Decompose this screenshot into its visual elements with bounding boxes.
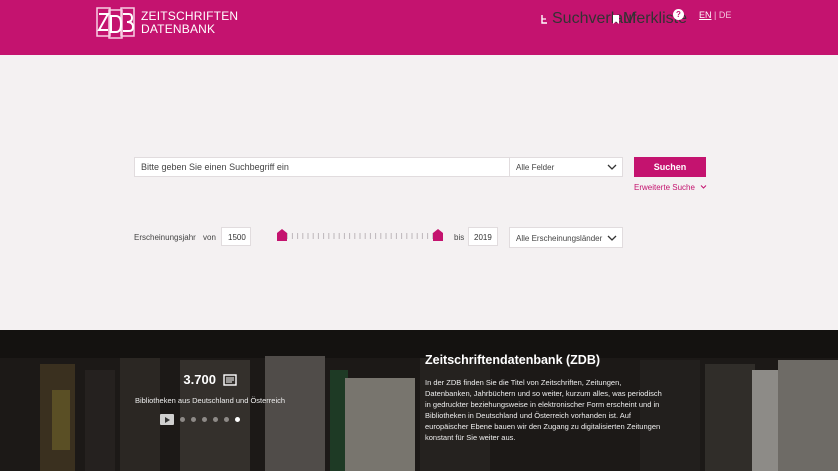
country-select-value: Alle Erscheinungsländer: [516, 234, 603, 243]
help-icon[interactable]: ?: [673, 9, 684, 20]
year-filter-label: Erscheinungsjahr: [134, 233, 196, 242]
logo-text: ZEITSCHRIFTEN DATENBANK: [141, 10, 238, 36]
lang-de-link[interactable]: DE: [719, 10, 732, 20]
country-select[interactable]: Alle Erscheinungsländer: [509, 227, 623, 248]
zdb-logo-icon: [96, 7, 135, 39]
search-field-select-value: Alle Felder: [516, 163, 555, 172]
carousel-dot[interactable]: [213, 417, 218, 422]
chevron-down-icon: [607, 235, 617, 241]
lang-separator: |: [714, 10, 717, 20]
year-to-label: bis: [454, 233, 465, 242]
advanced-search-link[interactable]: Erweiterte Suche: [634, 183, 707, 192]
slider-handle-min[interactable]: [277, 229, 287, 241]
carousel-dot[interactable]: [202, 417, 207, 422]
logo-line2: DATENBANK: [141, 22, 216, 36]
advanced-search-label: Erweiterte Suche: [634, 183, 695, 192]
carousel-dot[interactable]: [224, 417, 229, 422]
slider-handle-max[interactable]: [433, 229, 443, 241]
year-from-label: von: [203, 233, 216, 242]
chevron-down-icon: [700, 185, 707, 189]
year-to-input[interactable]: 2019: [468, 227, 498, 246]
history-icon: [541, 14, 547, 24]
carousel-dot[interactable]: [191, 417, 196, 422]
library-count-caption: Bibliotheken aus Deutschland und Österre…: [134, 396, 286, 405]
search-field-select[interactable]: Alle Felder: [509, 157, 623, 177]
header: ZEITSCHRIFTEN DATENBANK Suchverlauf Merk…: [0, 0, 838, 55]
bookmark-icon: [613, 14, 619, 24]
banner-title: Zeitschriftendatenbank (ZDB): [425, 353, 601, 367]
carousel-dot[interactable]: [235, 417, 240, 422]
play-icon[interactable]: [160, 414, 174, 425]
banner-description: In der ZDB finden Sie die Titel von Zeit…: [425, 378, 662, 442]
zdb-logo[interactable]: ZEITSCHRIFTEN DATENBANK: [96, 6, 238, 40]
search-button[interactable]: Suchen: [634, 157, 706, 177]
lang-en-link[interactable]: EN: [699, 10, 712, 20]
library-count-value: 3.700: [183, 372, 216, 387]
library-count-stat: 3.700: [0, 372, 420, 387]
year-range-slider[interactable]: [277, 228, 443, 242]
carousel-dot[interactable]: [180, 417, 185, 422]
slide-carousel-controls: [160, 414, 240, 425]
search-input[interactable]: Bitte geben Sie einen Suchbegriff ein: [134, 157, 510, 177]
language-switch: EN | DE: [699, 10, 731, 20]
library-icon: [222, 374, 237, 386]
chevron-down-icon: [607, 164, 617, 170]
year-from-input[interactable]: 1500: [221, 227, 251, 246]
search-placeholder: Bitte geben Sie einen Suchbegriff ein: [141, 162, 289, 172]
